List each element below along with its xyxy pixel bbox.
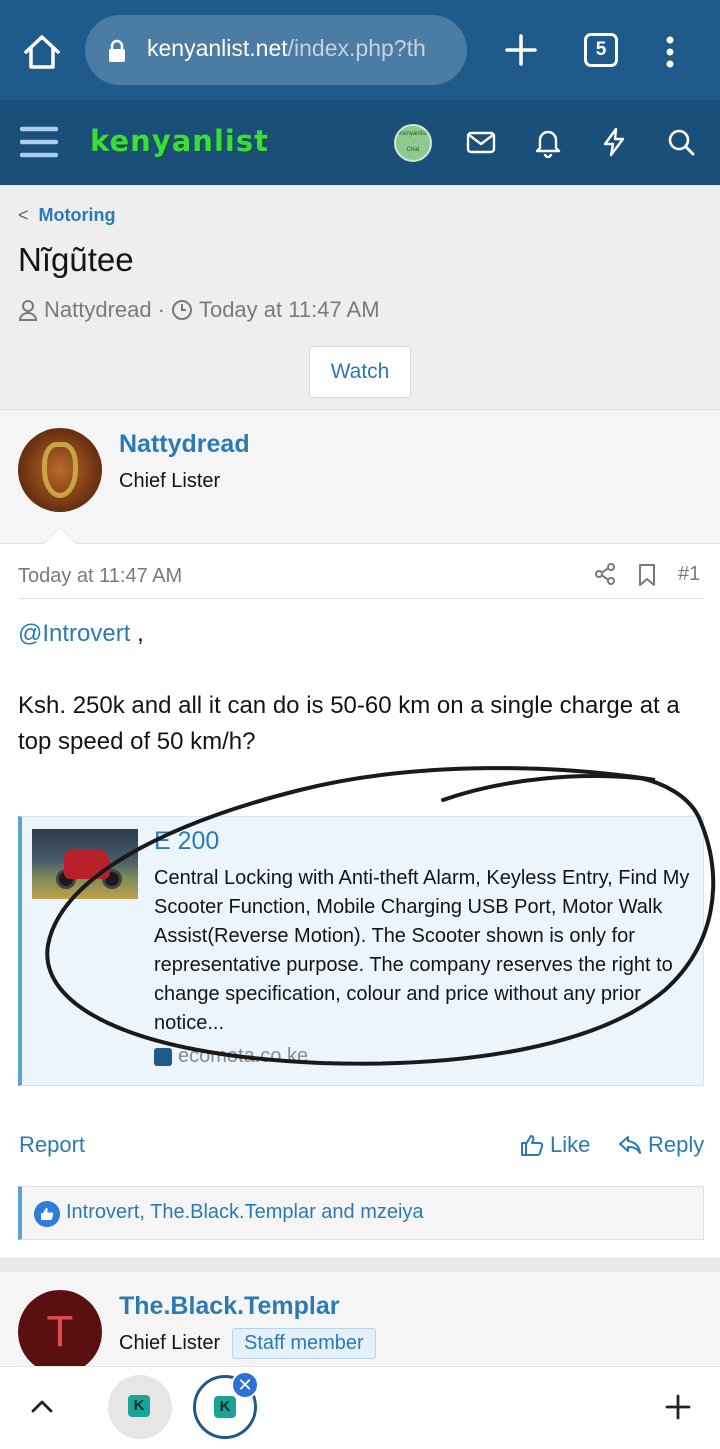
thread-author[interactable]: Nattydread [44, 297, 152, 323]
mention-line: @Introvert , [18, 620, 144, 648]
k-favicon-icon: K [128, 1395, 150, 1417]
site-header: kenyanlist Kenyanlist Chat [0, 100, 720, 185]
meta-separator: · [157, 297, 165, 322]
preview-source-label: ecomota.co.ke [178, 1045, 309, 1067]
like-label: Like [550, 1132, 591, 1157]
preview-description: Central Locking with Anti-theft Alarm, K… [154, 867, 690, 1034]
post-date[interactable]: Today at 11:47 AM [18, 565, 182, 588]
bookmark-icon[interactable] [638, 563, 656, 587]
post-username[interactable]: Nattydread [119, 430, 250, 459]
bolt-icon[interactable] [598, 126, 630, 158]
breadcrumb-label: Motoring [38, 205, 116, 225]
user-title: Chief Lister [119, 1332, 221, 1354]
report-link[interactable]: Report [19, 1132, 85, 1158]
thread-header: < Motoring Nĩgũtee Nattydread · Today at … [0, 185, 720, 409]
tab-thumbnail[interactable]: K [108, 1375, 172, 1439]
reply-label: Reply [648, 1132, 705, 1157]
browser-toolbar: kenyanlist.net/index.php?th 5 [0, 0, 720, 100]
caret-up-icon[interactable] [28, 1393, 56, 1421]
menu-icon[interactable] [20, 125, 58, 159]
chevron-left-icon: < [18, 205, 29, 225]
post-username[interactable]: The.Black.Templar [119, 1292, 339, 1321]
post-number[interactable]: #1 [678, 563, 700, 586]
address-bar[interactable]: kenyanlist.net/index.php?th [85, 15, 467, 85]
post-user-header-2: T The.Black.Templar Chief Lister Staff m… [0, 1272, 720, 1366]
avatar[interactable] [18, 428, 102, 512]
mention-link[interactable]: @Introvert [18, 620, 130, 647]
preview-thumbnail [32, 829, 138, 899]
post-body: Ksh. 250k and all it can do is 50-60 km … [18, 692, 680, 755]
new-tab-icon[interactable] [664, 1393, 692, 1421]
thread-meta: Nattydread · Today at 11:47 AM [18, 297, 380, 323]
avatar[interactable]: T [18, 1290, 102, 1366]
post-divider [0, 1258, 720, 1272]
site-logo[interactable]: kenyanlist [90, 124, 269, 158]
reactions-list[interactable]: Introvert, The.Black.Templar and mzeiya [66, 1201, 424, 1224]
page-title: Nĩgũtee [18, 241, 134, 278]
scooter-shape [64, 849, 110, 879]
bell-icon[interactable] [532, 126, 564, 158]
reply-icon [619, 1136, 641, 1154]
like-badge-icon [34, 1201, 60, 1227]
k-favicon-icon: K [214, 1396, 236, 1418]
tab-strip: K K ✕ [0, 1366, 720, 1449]
close-icon[interactable]: ✕ [231, 1371, 259, 1399]
staff-badge: Staff member [232, 1328, 376, 1359]
share-icon[interactable] [594, 563, 616, 585]
url-host: kenyanlist.net [147, 35, 288, 61]
breadcrumb[interactable]: < Motoring [18, 205, 116, 226]
preview-source: ecomota.co.ke [154, 1045, 308, 1068]
url-text: kenyanlist.net/index.php?th [147, 35, 457, 62]
user-title: Chief Lister [119, 470, 221, 492]
account-avatar[interactable]: Kenyanlist Chat [394, 124, 432, 162]
tab-count-button[interactable]: 5 [584, 33, 618, 67]
plus-icon[interactable] [502, 31, 540, 69]
thread-time[interactable]: Today at 11:47 AM [199, 297, 380, 323]
url-path: /index.php?th [287, 35, 426, 61]
reactions-bar[interactable]: Introvert, The.Black.Templar and mzeiya [18, 1186, 704, 1240]
reply-button[interactable]: Reply [618, 1132, 704, 1158]
more-icon[interactable] [660, 32, 680, 72]
pointer-arrow [44, 528, 76, 544]
clock-icon [171, 300, 192, 320]
post-user-header: Nattydread Chief Lister [0, 409, 720, 544]
post-meta: Today at 11:47 AM #1 [18, 563, 704, 599]
search-icon[interactable] [665, 126, 697, 158]
thumbs-up-icon [521, 1135, 544, 1156]
watch-button[interactable]: Watch [309, 346, 411, 398]
user-icon [18, 300, 38, 321]
like-button[interactable]: Like [520, 1132, 590, 1158]
home-icon[interactable] [20, 30, 64, 74]
favicon-icon [154, 1047, 172, 1066]
avatar-image [42, 442, 78, 498]
link-preview[interactable]: E 200 Central Locking with Anti-theft Al… [18, 816, 704, 1086]
preview-title[interactable]: E 200 [154, 827, 219, 856]
inbox-icon[interactable] [465, 126, 497, 158]
mention-suffix: , [130, 620, 144, 647]
lock-icon [109, 39, 125, 62]
